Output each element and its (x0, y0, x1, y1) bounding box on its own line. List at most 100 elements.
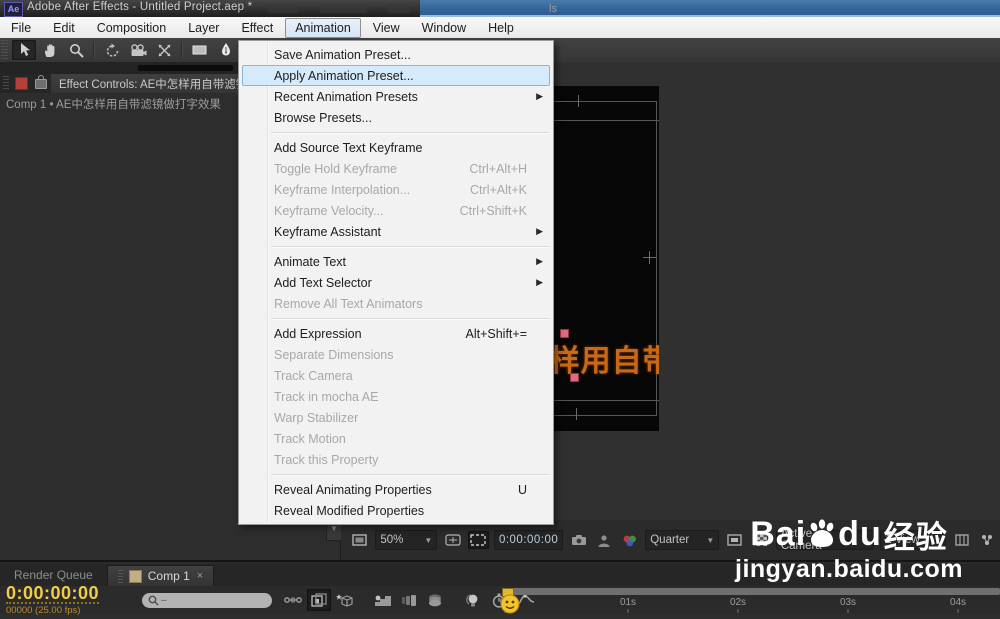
toolbar-clipped-text: ls (549, 3, 557, 15)
panel-red-swatch-icon[interactable] (15, 77, 28, 90)
menu-item-keyframe-interpolation: Keyframe Interpolation... Ctrl+Alt+K (274, 182, 527, 197)
menubar-item-window[interactable]: Window (412, 18, 476, 38)
menu-item-track-in-mocha-ae: Track in mocha AE (274, 389, 379, 404)
watermark-brand-left: Bai (750, 515, 807, 553)
viewer-timecode[interactable]: 0:00:00:00 (493, 530, 564, 550)
fast-preview-icon[interactable] (977, 531, 998, 549)
submenu-arrow-icon: ▶ (536, 91, 543, 101)
rotate-tool[interactable] (100, 40, 124, 60)
menubar-item-edit[interactable]: Edit (43, 18, 85, 38)
menu-item-keyframe-assistant[interactable]: Keyframe Assistant ▶ (241, 221, 551, 242)
menu-item-apply-animation-preset[interactable]: Apply Animation Preset... (242, 65, 550, 86)
timeline-search-input[interactable]: – (142, 592, 272, 608)
show-channels-icon[interactable] (619, 531, 640, 549)
pan-behind-tool[interactable] (152, 40, 176, 60)
tab-comp-1[interactable]: Comp 1 × (106, 565, 215, 586)
ruler-tick-03s: 03s (839, 597, 857, 608)
show-snapshot-icon[interactable] (594, 531, 615, 549)
menu-item-add-expression[interactable]: Add Expression Alt+Shift+= (241, 323, 551, 344)
ruler-tick-04s: 04s (949, 597, 967, 608)
tab-effect-controls[interactable]: Effect Controls: AE中怎样用自带滤镜 (51, 74, 256, 93)
window-title: Adobe After Effects - Untitled Project.a… (27, 1, 253, 13)
region-of-interest-icon[interactable] (467, 531, 489, 549)
menubar-item-animation[interactable]: Animation (285, 17, 361, 38)
menu-item-browse-presets[interactable]: Browse Presets... (241, 107, 551, 128)
menu-item-toggle-hold-keyframe: Toggle Hold Keyframe Ctrl+Alt+H (274, 161, 527, 176)
menubar-item-composition[interactable]: Composition (87, 18, 176, 38)
menu-item-track-motion: Track Motion (274, 431, 346, 446)
safe-margins-icon[interactable] (442, 531, 463, 549)
frames-fps-label: 00000 (25.00 fps) (6, 605, 81, 616)
menu-separator (271, 132, 549, 133)
menu-item-remove-all-text-animators: Remove All Text Animators (274, 296, 423, 311)
menubar-item-help[interactable]: Help (478, 18, 524, 38)
selection-handle[interactable] (570, 373, 579, 382)
menu-item-track-this-property: Track this Property (274, 452, 379, 467)
time-ruler[interactable]: 0s01s02s03s04s (500, 586, 1000, 614)
titlebar-ghost-mark (388, 3, 410, 13)
ruler-tick-line (957, 609, 959, 613)
zoom-level-dropdown[interactable]: 50% ▼ (375, 530, 438, 550)
tab-close-icon[interactable]: × (197, 570, 203, 582)
toolbar-separator (93, 42, 95, 58)
right-center-tick (649, 251, 650, 264)
menubar-item-file[interactable]: File (1, 18, 41, 38)
current-time-indicator[interactable] (499, 594, 521, 614)
zoom-tool[interactable] (64, 40, 88, 60)
current-timecode[interactable]: 0:00:00:00 00000 (25.00 fps) (0, 584, 134, 616)
menu-item-add-source-text-keyframe[interactable]: Add Source Text Keyframe (241, 137, 551, 158)
comp-color-swatch (128, 569, 142, 583)
menu-item-track-camera: Track Camera (274, 368, 353, 383)
ruler-tick-line (627, 609, 629, 613)
menu-bar: File Edit Composition Layer Effect Animation V… (0, 17, 1000, 39)
preview-monitor-icon[interactable] (349, 531, 370, 549)
menu-item-add-text-selector[interactable]: Add Text Selector ▶ (241, 272, 551, 293)
mini-flowchart-icon[interactable] (281, 589, 305, 611)
menu-item-warp-stabilizer: Warp Stabilizer (274, 410, 359, 425)
menu-item-keyframe-velocity: Keyframe Velocity... Ctrl+Shift+K (274, 203, 527, 218)
draft-3d-icon[interactable] (333, 589, 357, 611)
panel-grip[interactable] (1, 40, 8, 60)
ruler-tick-line (737, 609, 739, 613)
pen-tool[interactable] (214, 40, 238, 60)
hand-tool[interactable] (38, 40, 62, 60)
resolution-dropdown[interactable]: Quarter ▼ (645, 530, 720, 550)
panel-top-bar (138, 65, 233, 71)
baidu-paw-icon (810, 518, 834, 547)
menu-item-reveal-animating-properties[interactable]: Reveal Animating Properties U (241, 479, 551, 500)
selection-tool[interactable] (12, 40, 36, 60)
brainstorm-icon[interactable] (423, 589, 447, 611)
motion-blur-icon[interactable] (397, 589, 421, 611)
rect-tool[interactable] (188, 40, 212, 60)
menubar-item-layer[interactable]: Layer (178, 18, 229, 38)
menu-separator (271, 474, 549, 475)
snapshot-camera-icon[interactable] (568, 531, 589, 549)
effect-controls-comp-label: Comp 1 • AE中怎样用自带滤镜做打字效果 (6, 99, 221, 111)
auto-keyframe-bulb-icon[interactable] (461, 589, 485, 611)
shy-layers-icon[interactable] (307, 589, 331, 611)
menu-separator (271, 318, 549, 319)
top-center-tick (578, 95, 579, 107)
menubar-item-effect[interactable]: Effect (231, 18, 283, 38)
ruler-tick-02s: 02s (729, 597, 747, 608)
title-bar: Ae Adobe After Effects - Untitled Projec… (0, 0, 1000, 17)
menu-item-save-animation-preset[interactable]: Save Animation Preset... (241, 44, 551, 65)
menubar-item-view[interactable]: View (363, 18, 410, 38)
menu-separator (271, 246, 549, 247)
titlebar-blue-region (420, 0, 1000, 17)
panel-grip[interactable] (3, 76, 9, 91)
menu-item-reveal-modified-properties[interactable]: Reveal Modified Properties (241, 500, 551, 521)
titlebar-ghost-mark (268, 3, 298, 13)
menu-item-animate-text[interactable]: Animate Text ▶ (241, 251, 551, 272)
frame-blending-icon[interactable] (371, 589, 395, 611)
toolbar-separator (181, 42, 183, 58)
watermark-brand-right: du (838, 515, 882, 553)
time-navigator-bar[interactable] (502, 588, 1000, 597)
menu-item-recent-animation-presets[interactable]: Recent Animation Presets ▶ (241, 86, 551, 107)
lock-icon[interactable] (35, 74, 47, 89)
camera-tool[interactable] (126, 40, 150, 60)
selection-handle[interactable] (560, 329, 569, 338)
tab-comp-1-label: Comp 1 (147, 569, 190, 583)
timecode-value[interactable]: 0:00:00:00 (6, 584, 100, 604)
submenu-arrow-icon: ▶ (536, 277, 543, 287)
